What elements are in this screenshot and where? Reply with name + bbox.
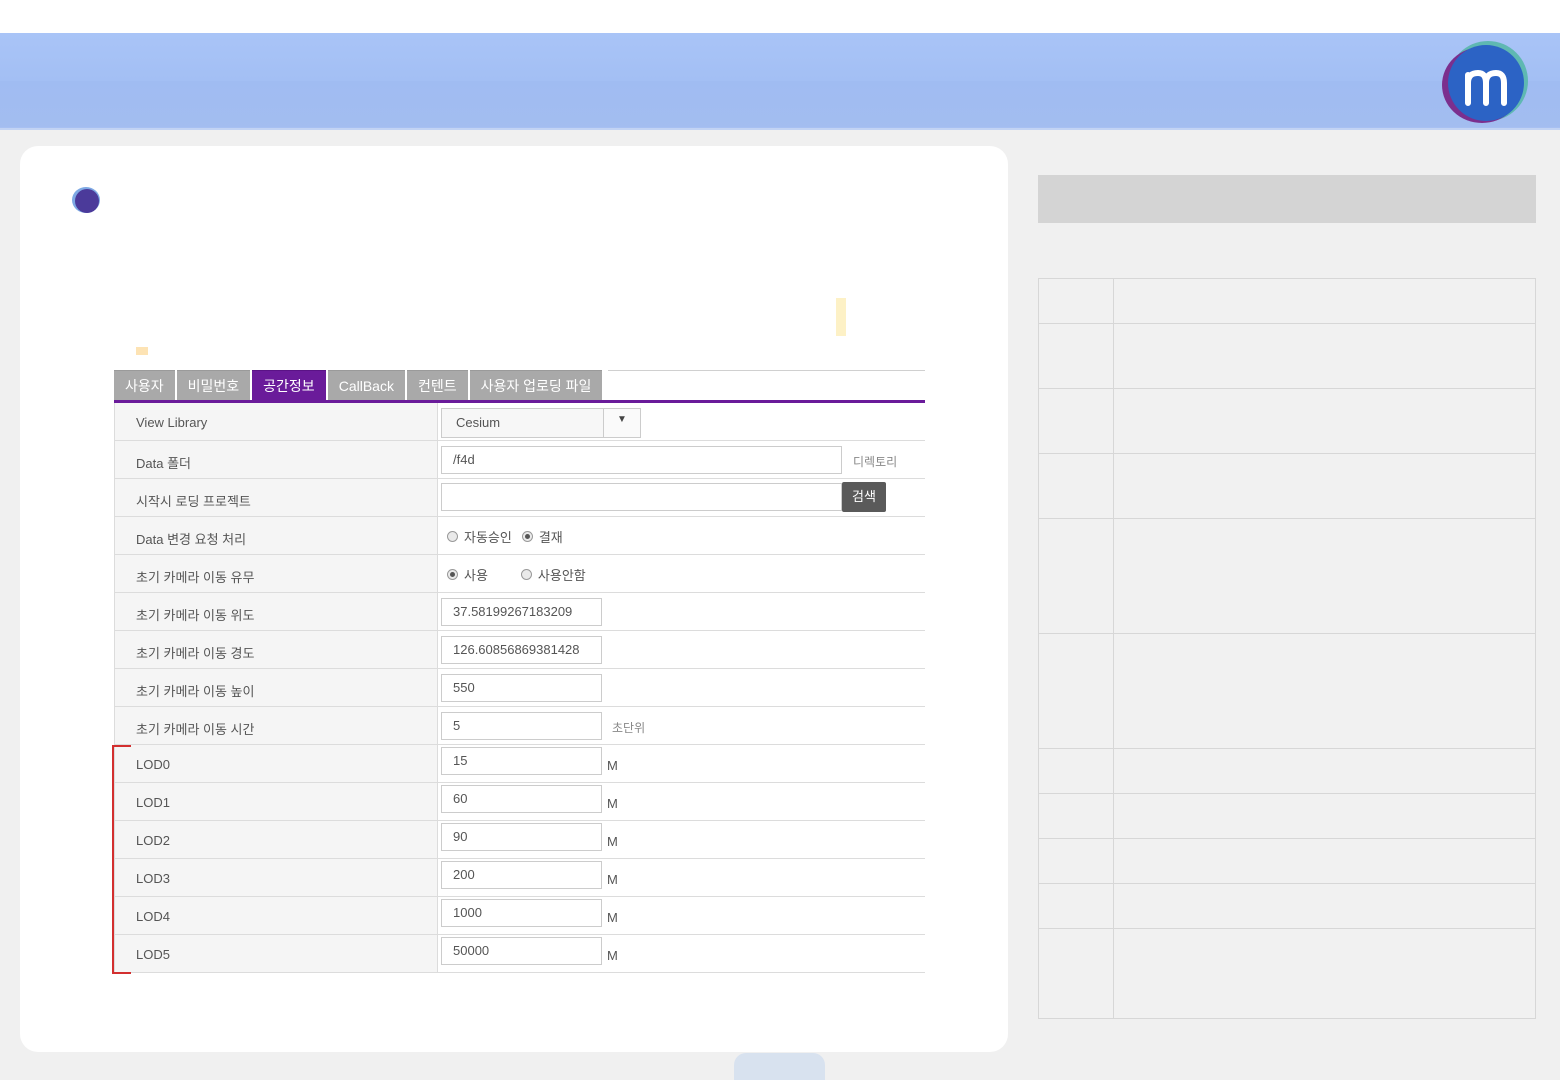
- radio-use[interactable]: [447, 569, 458, 580]
- form-row-data-folder: Data 폴더 /f4d 디렉토리: [114, 441, 925, 479]
- lod1-unit: M: [607, 796, 618, 811]
- camera-time-label: 초기 카메라 이동 시간: [136, 722, 255, 737]
- form-row-camera-lat: 초기 카메라 이동 위도 37.58199267183209: [114, 593, 925, 631]
- start-project-input[interactable]: [441, 483, 842, 511]
- radio-approval[interactable]: [521, 531, 533, 542]
- top-bar: [0, 0, 1560, 33]
- lod3-input[interactable]: 200: [441, 861, 602, 889]
- form-row-camera-time: 초기 카메라 이동 시간 5 초단위: [114, 707, 925, 745]
- tab-callback[interactable]: CallBack: [327, 370, 405, 401]
- camera-height-input[interactable]: 550: [441, 674, 602, 702]
- table-row: [1039, 839, 1535, 884]
- radio-approval-label: 결재: [538, 530, 563, 545]
- chevron-down-icon: ▼: [617, 414, 627, 425]
- radio-not-use[interactable]: [520, 569, 532, 580]
- form-row-lod3: LOD3 200 M: [114, 859, 925, 897]
- form-row-data-change: Data 변경 요청 처리 자동승인 결재: [114, 517, 925, 555]
- view-library-label: View Library: [136, 415, 208, 430]
- camera-time-note: 초단위: [612, 721, 646, 735]
- table-row: [1039, 279, 1535, 324]
- lod3-unit: M: [607, 872, 618, 887]
- lod0-input[interactable]: 15: [441, 747, 602, 775]
- start-project-label: 시작시 로딩 프로젝트: [136, 494, 251, 509]
- view-library-select[interactable]: Cesium ▼: [441, 408, 641, 438]
- lod4-label: LOD4: [136, 909, 170, 924]
- table-row: [1039, 749, 1535, 794]
- small-highlight-mark: [136, 347, 148, 355]
- data-change-radio-group: 자동승인 결재: [447, 527, 573, 546]
- camera-move-radio-group: 사용 사용안함: [447, 565, 596, 584]
- lod0-label: LOD0: [136, 757, 170, 772]
- table-row: [1039, 389, 1535, 454]
- tab-spatial-info[interactable]: 공간정보: [252, 370, 326, 401]
- lod4-unit: M: [607, 910, 618, 925]
- lod-highlight-bracket: [112, 745, 131, 974]
- tab-content[interactable]: 컨텐트: [406, 370, 468, 401]
- lod5-unit: M: [607, 948, 618, 963]
- camera-time-input[interactable]: 5: [441, 712, 602, 740]
- tab-password[interactable]: 비밀번호: [176, 370, 251, 401]
- tab-user-upload-file[interactable]: 사용자 업로딩 파일: [469, 370, 603, 401]
- right-panel-table: [1038, 278, 1536, 1019]
- lod5-input[interactable]: 50000: [441, 937, 602, 965]
- right-panel-header: [1038, 175, 1536, 223]
- table-row: [1039, 634, 1535, 749]
- lod2-input[interactable]: 90: [441, 823, 602, 851]
- data-change-label: Data 변경 요청 처리: [136, 532, 247, 547]
- spatial-info-form: View Library Cesium ▼ Data 폴더 /f4d 디렉토리 …: [114, 403, 925, 973]
- radio-auto-approve[interactable]: [447, 531, 458, 542]
- lod5-label: LOD5: [136, 947, 170, 962]
- form-row-start-project: 시작시 로딩 프로젝트 검색: [114, 479, 925, 517]
- radio-not-use-label: 사용안함: [537, 568, 586, 583]
- section-bullet-icon: [72, 187, 100, 213]
- lod2-unit: M: [607, 834, 618, 849]
- table-row: [1039, 884, 1535, 929]
- form-row-view-library: View Library Cesium ▼: [114, 403, 925, 441]
- highlight-mark: [836, 298, 846, 336]
- form-row-lod4: LOD4 1000 M: [114, 897, 925, 935]
- camera-lat-input[interactable]: 37.58199267183209: [441, 598, 602, 626]
- form-row-lod1: LOD1 60 M: [114, 783, 925, 821]
- search-button[interactable]: 검색: [842, 482, 886, 512]
- app-header: [0, 33, 1560, 130]
- camera-lat-label: 초기 카메라 이동 위도: [136, 608, 255, 623]
- table-row: [1039, 794, 1535, 839]
- camera-lon-label: 초기 카메라 이동 경도: [136, 646, 255, 661]
- camera-lon-input[interactable]: 126.60856869381428: [441, 636, 602, 664]
- data-folder-label: Data 폴더: [136, 456, 191, 471]
- data-folder-note: 디렉토리: [853, 455, 898, 469]
- form-row-lod2: LOD2 90 M: [114, 821, 925, 859]
- lod4-input[interactable]: 1000: [441, 899, 602, 927]
- form-row-lod5: LOD5 50000 M: [114, 935, 925, 973]
- lod3-label: LOD3: [136, 871, 170, 886]
- radio-use-label: 사용: [464, 568, 488, 583]
- form-row-camera-move: 초기 카메라 이동 유무 사용 사용안함: [114, 555, 925, 593]
- form-row-lod0: LOD0 15 M: [114, 745, 925, 783]
- form-row-camera-lon: 초기 카메라 이동 경도 126.60856869381428: [114, 631, 925, 669]
- camera-move-label: 초기 카메라 이동 유무: [136, 570, 255, 585]
- radio-auto-approve-label: 자동승인: [464, 530, 512, 545]
- lod2-label: LOD2: [136, 833, 170, 848]
- table-row: [1039, 324, 1535, 389]
- camera-height-label: 초기 카메라 이동 높이: [136, 684, 255, 699]
- lod1-input[interactable]: 60: [441, 785, 602, 813]
- brand-logo-icon[interactable]: [1436, 41, 1532, 125]
- scroll-handle[interactable]: [734, 1053, 825, 1080]
- lod0-unit: M: [607, 758, 618, 773]
- table-row: [1039, 519, 1535, 634]
- lod1-label: LOD1: [136, 795, 170, 810]
- data-folder-input[interactable]: /f4d: [441, 446, 842, 474]
- table-row: [1039, 454, 1535, 519]
- tab-user[interactable]: 사용자: [114, 370, 175, 401]
- table-row: [1039, 929, 1535, 1018]
- form-row-camera-height: 초기 카메라 이동 높이 550: [114, 669, 925, 707]
- settings-tabs: 사용자 비밀번호 공간정보 CallBack 컨텐트 사용자 업로딩 파일: [114, 370, 604, 401]
